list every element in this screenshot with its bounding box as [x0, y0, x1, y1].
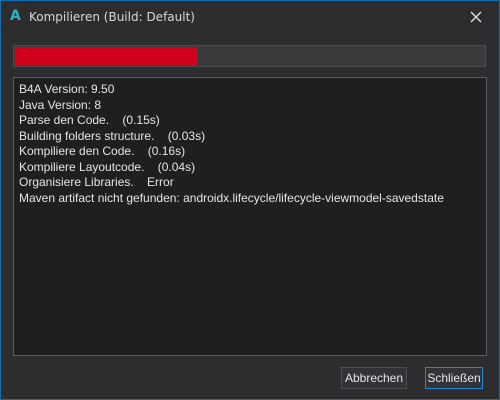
log-line: Building folders structure. (0.03s) — [19, 128, 206, 143]
cancel-button[interactable]: Abbrechen — [341, 367, 407, 389]
close-window-button[interactable] — [453, 1, 499, 33]
title-bar[interactable]: A Kompilieren (Build: Default) — [1, 1, 499, 33]
log-line: B4A Version: 9.50 — [19, 82, 115, 96]
log-line: Parse den Code. (0.15s) — [19, 113, 160, 127]
log-line: Java Version: 8 — [19, 97, 102, 112]
b4a-app-icon: A — [10, 8, 21, 24]
log-line: Maven artifact nicht gefunden: androidx.… — [19, 190, 444, 205]
compile-progress-bar — [13, 45, 486, 67]
log-line: Kompiliere Layoutcode. (0.04s) — [19, 159, 196, 174]
log-line: Organisiere Libraries. Error — [19, 175, 174, 189]
compile-dialog: A Kompilieren (Build: Default) B4A Versi… — [0, 0, 500, 400]
window-title: Kompilieren (Build: Default) — [29, 10, 195, 24]
close-icon — [470, 11, 482, 23]
close-button[interactable]: Schließen — [425, 367, 483, 389]
progress-fill — [15, 47, 198, 65]
log-line: Kompiliere den Code. (0.16s) — [19, 144, 186, 158]
compile-log[interactable]: B4A Version: 9.50 Java Version: 8 Parse de… — [13, 77, 487, 356]
